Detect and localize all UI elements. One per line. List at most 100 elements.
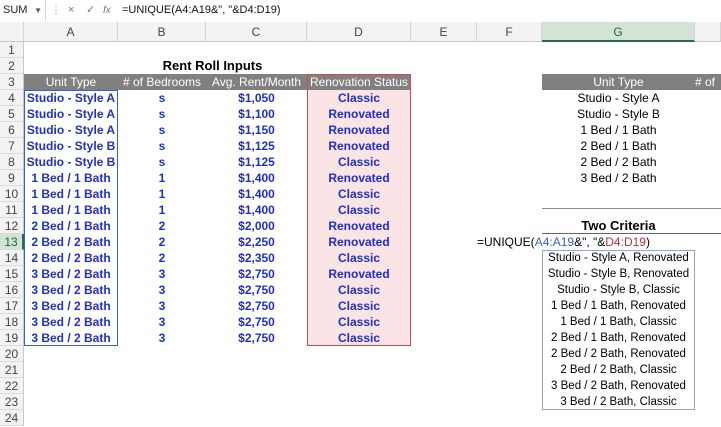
unique-value[interactable]: 1 Bed / 1 Bath: [542, 122, 695, 138]
table-cell[interactable]: $2,750: [206, 314, 307, 330]
row-header-8[interactable]: 8: [0, 154, 24, 170]
table-cell[interactable]: 2: [118, 234, 206, 250]
table-cell[interactable]: 3: [118, 266, 206, 282]
more-options-icon[interactable]: ⋮: [51, 0, 61, 21]
table-cell[interactable]: 3 Bed / 2 Bath: [24, 330, 118, 346]
table-cell[interactable]: $1,150: [206, 122, 307, 138]
row-header-17[interactable]: 17: [0, 298, 24, 314]
table-cell[interactable]: Studio - Style B: [24, 154, 118, 170]
unique-value[interactable]: 3 Bed / 2 Bath: [542, 170, 695, 186]
table-cell[interactable]: Classic: [307, 186, 411, 202]
row-header-23[interactable]: 23: [0, 394, 24, 410]
table-cell[interactable]: Studio - Style A: [24, 106, 118, 122]
formula-input[interactable]: =UNIQUE(A4:A19&", "&D4:D19): [122, 0, 281, 21]
table-cell[interactable]: 1 Bed / 1 Bath: [24, 170, 118, 186]
column-header-f[interactable]: F: [477, 22, 542, 42]
table-cell[interactable]: $1,100: [206, 106, 307, 122]
table-cell[interactable]: 3: [118, 330, 206, 346]
table-cell[interactable]: 3: [118, 298, 206, 314]
table-cell[interactable]: s: [118, 122, 206, 138]
table-cell[interactable]: 3 Bed / 2 Bath: [24, 314, 118, 330]
table-cell[interactable]: $2,750: [206, 298, 307, 314]
table-cell[interactable]: 3 Bed / 2 Bath: [24, 266, 118, 282]
cancel-icon[interactable]: ×: [68, 0, 74, 21]
row-header-11[interactable]: 11: [0, 202, 24, 218]
table-cell[interactable]: Studio - Style A: [24, 122, 118, 138]
table-cell[interactable]: 2: [118, 218, 206, 234]
table-cell[interactable]: 1 Bed / 1 Bath: [24, 186, 118, 202]
table-cell[interactable]: Classic: [307, 154, 411, 170]
table-cell[interactable]: $2,250: [206, 234, 307, 250]
table-cell[interactable]: Renovated: [307, 170, 411, 186]
table-cell[interactable]: $2,750: [206, 330, 307, 346]
unique-value[interactable]: Studio - Style A: [542, 90, 695, 106]
row-header-14[interactable]: 14: [0, 250, 24, 266]
row-header-15[interactable]: 15: [0, 266, 24, 282]
table-cell[interactable]: 3 Bed / 2 Bath: [24, 298, 118, 314]
table-cell[interactable]: Classic: [307, 298, 411, 314]
row-header-13[interactable]: 13: [0, 234, 24, 250]
table-cell[interactable]: $1,125: [206, 154, 307, 170]
spill-value[interactable]: 1 Bed / 1 Bath, Classic: [542, 314, 695, 330]
table-cell[interactable]: 2: [118, 250, 206, 266]
row-header-16[interactable]: 16: [0, 282, 24, 298]
table-cell[interactable]: Studio - Style A: [24, 90, 118, 106]
table-cell[interactable]: Classic: [307, 250, 411, 266]
column-header-b[interactable]: B: [118, 22, 206, 42]
spill-value[interactable]: Studio - Style B, Renovated: [542, 266, 695, 282]
table-cell[interactable]: s: [118, 106, 206, 122]
table-cell[interactable]: 3: [118, 282, 206, 298]
column-header-g[interactable]: G: [542, 22, 695, 42]
row-header-4[interactable]: 4: [0, 90, 24, 106]
table-cell[interactable]: 2 Bed / 2 Bath: [24, 250, 118, 266]
table-cell[interactable]: $2,750: [206, 266, 307, 282]
table-cell[interactable]: s: [118, 90, 206, 106]
table-cell[interactable]: $1,400: [206, 202, 307, 218]
row-header-5[interactable]: 5: [0, 106, 24, 122]
name-box[interactable]: SUM ▼: [0, 0, 46, 21]
row-header-7[interactable]: 7: [0, 138, 24, 154]
row-header-1[interactable]: 1: [0, 42, 24, 58]
row-header-21[interactable]: 21: [0, 362, 24, 378]
spill-value[interactable]: 2 Bed / 2 Bath, Classic: [542, 362, 695, 378]
row-header-3[interactable]: 3: [0, 74, 24, 90]
table-cell[interactable]: $1,400: [206, 186, 307, 202]
table-cell[interactable]: $1,400: [206, 170, 307, 186]
spill-value[interactable]: 3 Bed / 2 Bath, Renovated: [542, 378, 695, 394]
table-cell[interactable]: Renovated: [307, 218, 411, 234]
table-cell[interactable]: s: [118, 138, 206, 154]
spill-value[interactable]: Studio - Style A, Renovated: [542, 250, 695, 266]
column-header-a[interactable]: A: [24, 22, 118, 42]
unique-value[interactable]: Studio - Style B: [542, 106, 695, 122]
formula-in-cell[interactable]: =UNIQUE(A4:A19&", "&D4:D19): [477, 234, 650, 250]
table-cell[interactable]: $2,000: [206, 218, 307, 234]
spill-value[interactable]: 1 Bed / 1 Bath, Renovated: [542, 298, 695, 314]
chevron-down-icon[interactable]: ▼: [34, 0, 42, 21]
table-cell[interactable]: s: [118, 154, 206, 170]
row-header-24[interactable]: 24: [0, 410, 24, 426]
select-all-corner[interactable]: [0, 22, 24, 42]
table-cell[interactable]: 1: [118, 202, 206, 218]
column-header-c[interactable]: C: [206, 22, 307, 42]
table-cell[interactable]: 3: [118, 314, 206, 330]
table-cell[interactable]: 2 Bed / 2 Bath: [24, 234, 118, 250]
table-cell[interactable]: 2 Bed / 1 Bath: [24, 218, 118, 234]
row-header-12[interactable]: 12: [0, 218, 24, 234]
row-header-6[interactable]: 6: [0, 122, 24, 138]
row-header-18[interactable]: 18: [0, 314, 24, 330]
table-cell[interactable]: Renovated: [307, 266, 411, 282]
table-cell[interactable]: 1: [118, 170, 206, 186]
table-cell[interactable]: $2,350: [206, 250, 307, 266]
table-cell[interactable]: $1,125: [206, 138, 307, 154]
column-header-d[interactable]: D: [307, 22, 411, 42]
column-header-h[interactable]: [695, 22, 721, 42]
table-cell[interactable]: Classic: [307, 314, 411, 330]
table-cell[interactable]: 3 Bed / 2 Bath: [24, 282, 118, 298]
table-cell[interactable]: 1: [118, 186, 206, 202]
row-header-19[interactable]: 19: [0, 330, 24, 346]
unique-value[interactable]: 2 Bed / 1 Bath: [542, 138, 695, 154]
table-cell[interactable]: Renovated: [307, 122, 411, 138]
column-header-e[interactable]: E: [411, 22, 477, 42]
unique-value[interactable]: 2 Bed / 2 Bath: [542, 154, 695, 170]
table-cell[interactable]: Classic: [307, 202, 411, 218]
